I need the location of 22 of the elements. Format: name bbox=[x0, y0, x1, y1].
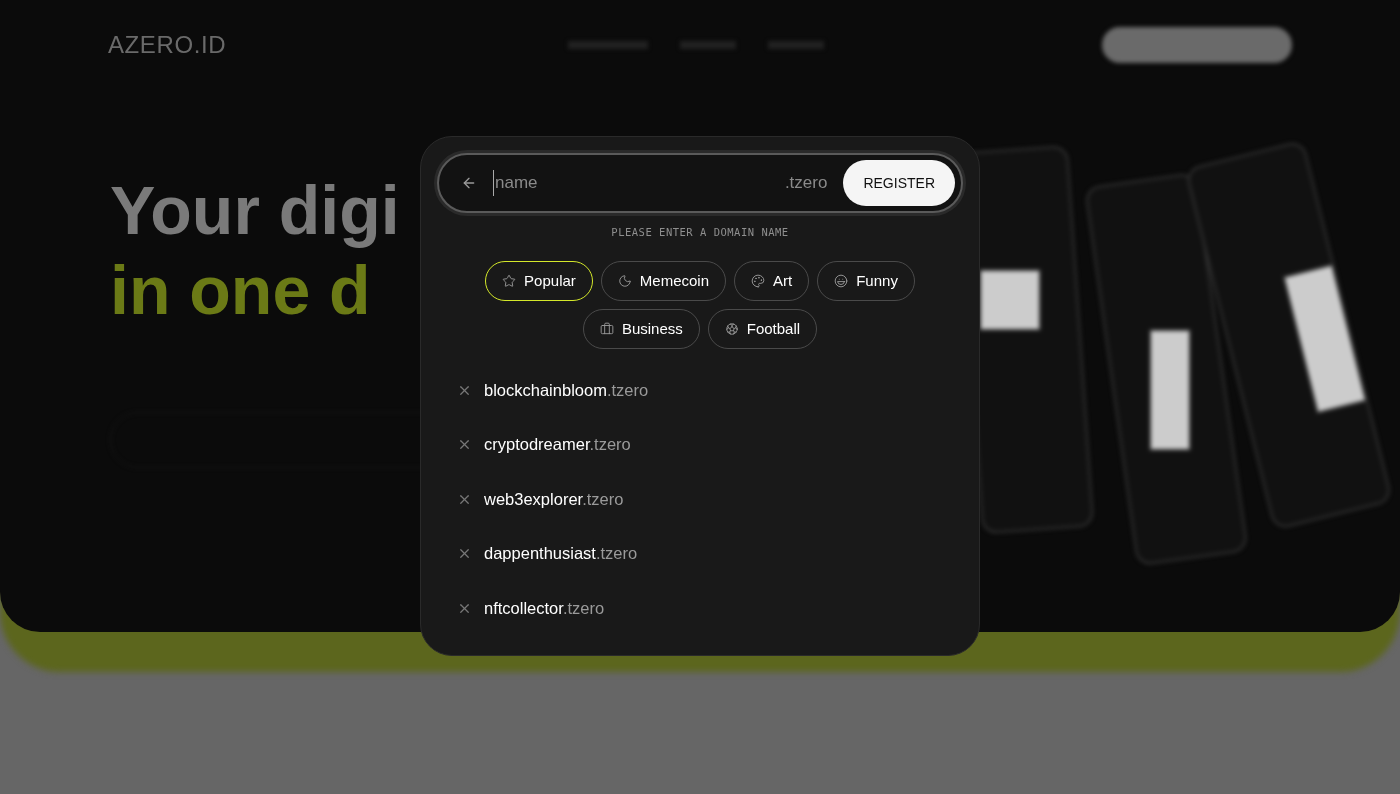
logo[interactable]: AZERO.ID bbox=[108, 27, 227, 63]
suggestion-link[interactable]: nftcollector.tzero bbox=[484, 595, 605, 621]
star-icon bbox=[502, 273, 517, 288]
back-arrow-icon[interactable] bbox=[461, 175, 477, 191]
football-icon bbox=[724, 321, 739, 336]
suggestion-link[interactable]: cryptodreamer.tzero bbox=[484, 432, 631, 457]
suggestion-link[interactable]: dappenthusiast.tzero bbox=[484, 541, 638, 566]
moon-icon bbox=[617, 273, 632, 288]
palette-icon bbox=[751, 273, 765, 288]
domain-name-input[interactable]: name bbox=[493, 170, 785, 196]
smiley-icon bbox=[834, 273, 849, 288]
remove-icon[interactable] bbox=[457, 437, 472, 452]
remove-icon[interactable] bbox=[457, 546, 472, 561]
briefcase-icon bbox=[599, 321, 614, 336]
suggestion-link[interactable]: web3explorer.tzero bbox=[484, 486, 624, 512]
register-button[interactable]: REGISTER bbox=[843, 160, 955, 206]
hero-heading: in one d bbox=[110, 251, 371, 330]
domain-suffix: .tzero bbox=[784, 172, 828, 195]
hint-text: PLEASE ENTER A DOMAIN NAME bbox=[610, 225, 790, 240]
hero-heading: Your digi bbox=[110, 171, 400, 250]
register-domain-button[interactable] bbox=[1102, 27, 1292, 63]
suggestion-link[interactable]: blockchainbloom.tzero bbox=[484, 377, 649, 403]
